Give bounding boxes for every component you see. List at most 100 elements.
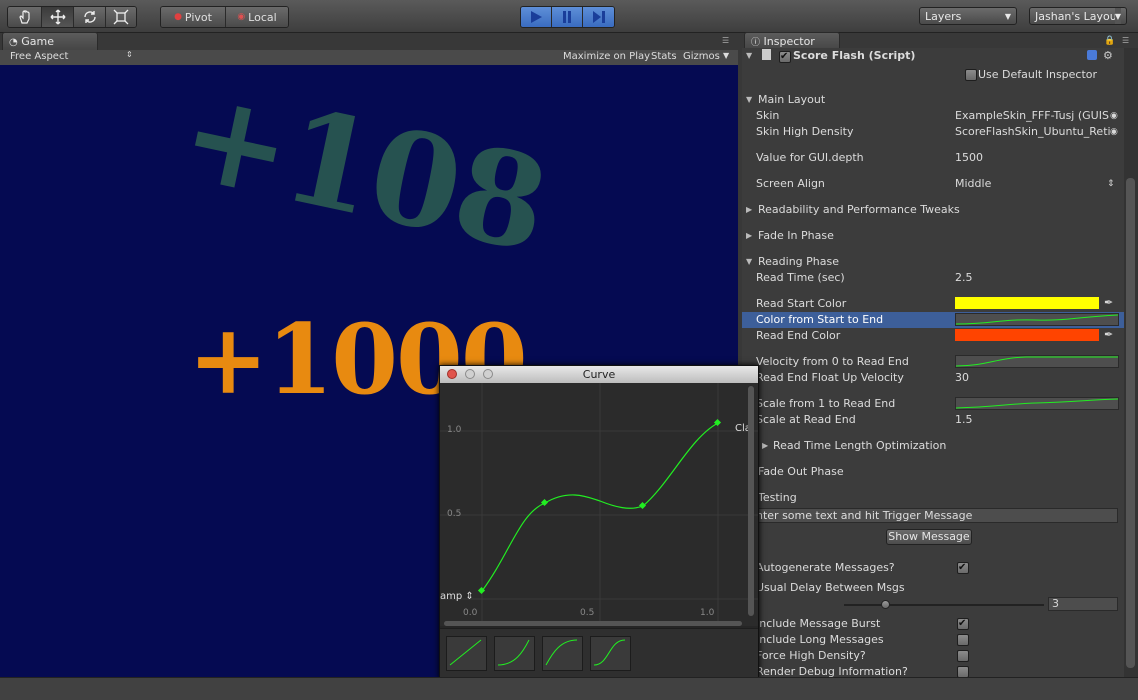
message-input[interactable]: nter some text and hit Trigger Message xyxy=(752,508,1118,523)
panel-menu-icon[interactable]: ☰ xyxy=(722,36,729,45)
gear-icon[interactable]: ⚙ xyxy=(1103,48,1113,64)
ease-out-curve-icon xyxy=(545,639,578,666)
tab-game[interactable]: ◔ Game xyxy=(2,32,98,50)
step-button[interactable] xyxy=(583,7,614,27)
layers-dropdown[interactable]: Layers ▼ xyxy=(919,7,1017,25)
lock-icon[interactable]: 🔒 xyxy=(1104,36,1115,46)
aspect-dropdown[interactable]: Free Aspect xyxy=(10,51,68,62)
delay-value-field[interactable]: 3 xyxy=(1048,597,1118,611)
layout-dropdown[interactable]: Jashan's Layout ▼ xyxy=(1029,7,1127,25)
scale-tool-button[interactable] xyxy=(106,7,136,27)
color-start-end-curve[interactable] xyxy=(955,313,1119,326)
screen-align-dropdown[interactable]: Middle xyxy=(955,176,1117,192)
main-layout-foldout[interactable]: ▼ Main Layout xyxy=(742,92,1124,108)
include-burst-checkbox[interactable] xyxy=(957,616,969,632)
scale-end-field[interactable]: 1.5 xyxy=(955,412,1117,428)
minimize-icon[interactable] xyxy=(465,369,475,379)
preset-ease-in[interactable] xyxy=(494,636,535,671)
pause-icon xyxy=(563,11,571,23)
message-input-row: nter some text and hit Trigger Message xyxy=(742,508,1124,524)
gizmos-toggle[interactable]: Gizmos xyxy=(683,51,720,62)
show-message-button[interactable]: Show Message xyxy=(886,529,972,545)
curve-key[interactable] xyxy=(638,501,647,510)
pre-wrap-label: amp xyxy=(440,591,463,602)
pivot-icon: ● xyxy=(174,12,182,22)
read-start-color-label: Read Start Color xyxy=(756,297,847,310)
skin-row: Skin ExampleSkin_FFF-Tusj (GUISkin) ◉ xyxy=(742,108,1124,124)
render-debug-checkbox[interactable] xyxy=(957,666,969,677)
help-book-icon[interactable] xyxy=(1087,50,1097,60)
rotate-tool-button[interactable] xyxy=(74,7,106,27)
curve-graph[interactable] xyxy=(440,383,758,626)
foldout-closed-icon: ▶ xyxy=(746,205,753,214)
read-time-label: Read Time (sec) xyxy=(756,271,845,284)
autogen-checkbox[interactable] xyxy=(957,560,969,576)
foldout-closed-icon: ▶ xyxy=(746,231,753,240)
fade-out-label: Fade Out Phase xyxy=(758,465,844,478)
eyedropper-icon[interactable]: ✒ xyxy=(1104,327,1113,343)
float-up-field[interactable]: 30 xyxy=(955,370,1117,386)
stats-toggle[interactable]: Stats xyxy=(651,51,677,62)
transform-tools xyxy=(7,6,137,28)
pivot-toggle[interactable]: ● Pivot xyxy=(161,7,226,27)
include-long-row: Include Long Messages xyxy=(742,632,1124,648)
scale-curve[interactable] xyxy=(955,397,1119,410)
velocity-label: Velocity from 0 to Read End xyxy=(756,355,909,368)
object-picker-icon[interactable]: ◉ xyxy=(1110,124,1118,140)
show-message-row: Show Message xyxy=(742,529,1124,545)
include-long-checkbox[interactable] xyxy=(957,634,969,646)
force-hd-label: Force High Density? xyxy=(756,649,866,662)
inspector-scrollbar[interactable] xyxy=(1124,48,1138,677)
preset-ease-in-out[interactable] xyxy=(590,636,631,671)
pause-button[interactable] xyxy=(552,7,583,27)
skin-label: Skin xyxy=(756,109,780,122)
game-subbar: Free Aspect ⇕ Maximize on Play Stats Giz… xyxy=(0,50,738,66)
object-picker-icon[interactable]: ◉ xyxy=(1110,108,1118,124)
linear-curve-icon xyxy=(449,639,482,666)
read-end-color-swatch[interactable] xyxy=(955,329,1099,341)
preset-ease-out[interactable] xyxy=(542,636,583,671)
foldout-arrow-icon[interactable]: ▼ xyxy=(746,48,752,64)
play-button[interactable] xyxy=(521,7,552,27)
use-default-row: Use Default Inspector xyxy=(742,67,1124,83)
gui-depth-field[interactable]: 1500 xyxy=(955,150,1117,166)
delay-slider-thumb[interactable] xyxy=(881,600,890,609)
maximize-on-play-toggle[interactable]: Maximize on Play xyxy=(563,51,650,62)
fade-out-foldout[interactable]: ▶ Fade Out Phase xyxy=(742,464,1124,480)
use-default-checkbox[interactable] xyxy=(965,69,977,81)
read-start-color-swatch[interactable] xyxy=(955,297,1099,309)
pre-wrap-dropdown[interactable]: amp ⇕ xyxy=(440,591,474,602)
chevron-updown-icon: ⇕ xyxy=(1107,179,1115,189)
x-tick-label: 0.5 xyxy=(580,608,595,618)
curve-horizontal-scrollbar[interactable] xyxy=(444,621,742,626)
force-hd-checkbox[interactable] xyxy=(957,650,969,662)
inspector-scroll-thumb[interactable] xyxy=(1126,178,1135,668)
skin-field[interactable]: ExampleSkin_FFF-Tusj (GUISkin) xyxy=(955,108,1110,124)
panel-menu-icon[interactable]: ☰ xyxy=(1122,36,1129,45)
eyedropper-icon[interactable]: ✒ xyxy=(1104,295,1113,311)
readability-foldout[interactable]: ▶ Readability and Performance Tweaks xyxy=(742,202,1124,218)
local-toggle[interactable]: ◉ Local xyxy=(226,7,288,27)
curve-presets-bar xyxy=(440,628,758,679)
component-enabled-checkbox[interactable] xyxy=(779,49,791,65)
curve-vertical-scrollbar[interactable] xyxy=(748,386,754,616)
read-time-opt-foldout[interactable]: ▶ Read Time Length Optimization xyxy=(742,438,1124,454)
component-header: ▼ Score Flash (Script) ⚙ xyxy=(742,48,1124,65)
close-icon[interactable] xyxy=(447,369,457,379)
tab-inspector-label: Inspector xyxy=(763,35,815,48)
testing-foldout[interactable]: ▼ Testing xyxy=(742,490,1124,506)
skin-hd-field[interactable]: ScoreFlashSkin_Ubuntu_Retina xyxy=(955,124,1110,140)
velocity-curve[interactable] xyxy=(955,355,1119,368)
hand-tool-button[interactable] xyxy=(8,7,42,27)
curve-graph-area[interactable]: 1.0 0.5 0.0 0.5 1.0 amp ⇕ Clan xyxy=(440,383,758,626)
fade-in-foldout[interactable]: ▶ Fade In Phase xyxy=(742,228,1124,244)
preset-linear[interactable] xyxy=(446,636,487,671)
read-time-field[interactable]: 2.5 xyxy=(955,270,1117,286)
delay-slider-track[interactable] xyxy=(844,604,1044,606)
component-title: Score Flash (Script) xyxy=(793,49,916,62)
layout-label: Jashan's Layout xyxy=(1035,10,1122,23)
reading-phase-foldout[interactable]: ▼ Reading Phase xyxy=(742,254,1124,270)
move-tool-button[interactable] xyxy=(42,7,74,27)
skin-hd-row: Skin High Density ScoreFlashSkin_Ubuntu_… xyxy=(742,124,1124,140)
zoom-icon[interactable] xyxy=(483,369,493,379)
